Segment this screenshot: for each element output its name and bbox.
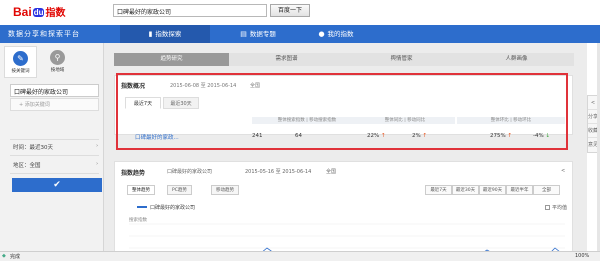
left-sidebar: ✎ 按关键词 ⚲ 按地域 口碑最好的家政公司 + 添加关键词 时间：最近30天 … — [0, 43, 104, 251]
y-axis-label: 搜索指数 — [129, 218, 147, 223]
divider — [10, 155, 99, 156]
checkmark-icon: ✔ — [53, 180, 61, 190]
region-filter[interactable]: 地区：全国 › — [13, 161, 98, 169]
highlight-frame — [116, 73, 568, 150]
chart-legend[interactable]: 口碑最好的家政公司 — [137, 204, 195, 211]
nav-brand: 数据分享和探索平台 — [8, 30, 80, 38]
share-icon[interactable]: < — [561, 168, 565, 174]
top-search-bar: Bai du 指数 口碑最好的家政公司 百度一下 — [0, 0, 600, 22]
pencil-icon: ✎ — [13, 51, 28, 66]
logo-text: Bai — [13, 5, 32, 19]
trend-date-range: 2015-05-16 至 2015-06-14 — [245, 169, 312, 175]
range-90-days[interactable]: 最近90天 — [479, 185, 506, 195]
nav-tab-label: 指数探索 — [155, 30, 182, 38]
chevron-right-icon: › — [96, 161, 99, 167]
mode-by-keyword[interactable]: ✎ 按关键词 — [4, 46, 37, 78]
search-button[interactable]: 百度一下 — [270, 4, 310, 17]
tab-audience-profile[interactable]: 人群画像 — [459, 53, 574, 66]
analysis-tabs: 趋势研究 需求图谱 舆情管家 人群画像 — [114, 53, 574, 66]
nav-tab-label: 数据专题 — [249, 30, 276, 38]
legend-swatch — [137, 206, 147, 208]
baidu-index-logo[interactable]: Bai du 指数 — [13, 4, 65, 19]
add-keyword-button[interactable]: + 添加关键词 — [10, 98, 99, 111]
search-input[interactable]: 口碑最好的家政公司 — [113, 4, 267, 17]
status-text: 完成 — [10, 254, 21, 260]
nav-tab-index-explore[interactable]: ▮ 指数探索 — [120, 25, 210, 43]
logo-paw: du — [32, 8, 45, 17]
checkbox-icon — [545, 205, 550, 210]
zoom-level[interactable]: 100% — [575, 253, 589, 259]
time-filter[interactable]: 时间：最近30天 › — [13, 143, 98, 151]
region-filter-label: 地区：全国 — [13, 163, 41, 169]
nav-tab-my-index[interactable]: ● 我的指数 — [293, 25, 379, 43]
bar-chart-icon: ▮ — [148, 30, 153, 38]
tab-sentiment[interactable]: 舆情管家 — [344, 53, 459, 66]
nav-tab-data-topics[interactable]: ▤ 数据专题 — [215, 25, 301, 43]
nav-tab-label: 我的指数 — [327, 30, 354, 38]
tab-overall-trend[interactable]: 整体趋势 — [127, 185, 155, 195]
mode-label: 按地域 — [50, 68, 65, 73]
divider — [10, 173, 99, 174]
location-pin-icon: ⚲ — [50, 50, 65, 65]
chevron-right-icon: › — [96, 143, 99, 149]
tab-demand-map[interactable]: 需求图谱 — [229, 53, 344, 66]
tab-trend-research[interactable]: 趋势研究 — [114, 53, 229, 66]
legend-label: 口碑最好的家政公司 — [150, 205, 196, 211]
range-all[interactable]: 全部 — [533, 185, 560, 195]
tab-pc-trend[interactable]: PC趋势 — [167, 185, 192, 195]
index-trend-panel: 指数趋势 口碑最好的家政公司 2015-05-16 至 2015-06-14 全… — [114, 161, 573, 258]
confirm-button[interactable]: ✔ — [12, 178, 102, 192]
average-toggle-label: 平均值 — [552, 205, 568, 211]
range-7-days[interactable]: 最近7天 — [425, 185, 452, 195]
document-icon: ▤ — [240, 30, 247, 38]
user-icon: ● — [318, 30, 325, 38]
trend-keyword-chip: 口碑最好的家政公司 — [167, 169, 213, 175]
time-filter-label: 时间：最近30天 — [13, 145, 53, 151]
divider — [10, 139, 99, 140]
logo-suffix: 指数 — [45, 8, 66, 19]
average-toggle[interactable]: 平均值 — [545, 204, 567, 211]
range-30-days[interactable]: 最近30天 — [452, 185, 479, 195]
mode-by-region[interactable]: ⚲ 按地域 — [41, 46, 74, 78]
trend-region: 全国 — [326, 169, 337, 175]
tab-mobile-trend[interactable]: 移动趋势 — [211, 185, 239, 195]
range-half-year[interactable]: 最近半年 — [506, 185, 533, 195]
keyword-input[interactable]: 口碑最好的家政公司 — [10, 84, 99, 97]
trend-title: 指数趋势 — [121, 170, 146, 177]
mode-label: 按关键词 — [11, 69, 30, 74]
page-status-icon: ◆ — [2, 253, 6, 259]
main-nav: 数据分享和探索平台 ▮ 指数探索 ▤ 数据专题 ● 我的指数 — [0, 25, 600, 43]
browser-status-bar: ◆ 完成 100% — [0, 251, 600, 261]
